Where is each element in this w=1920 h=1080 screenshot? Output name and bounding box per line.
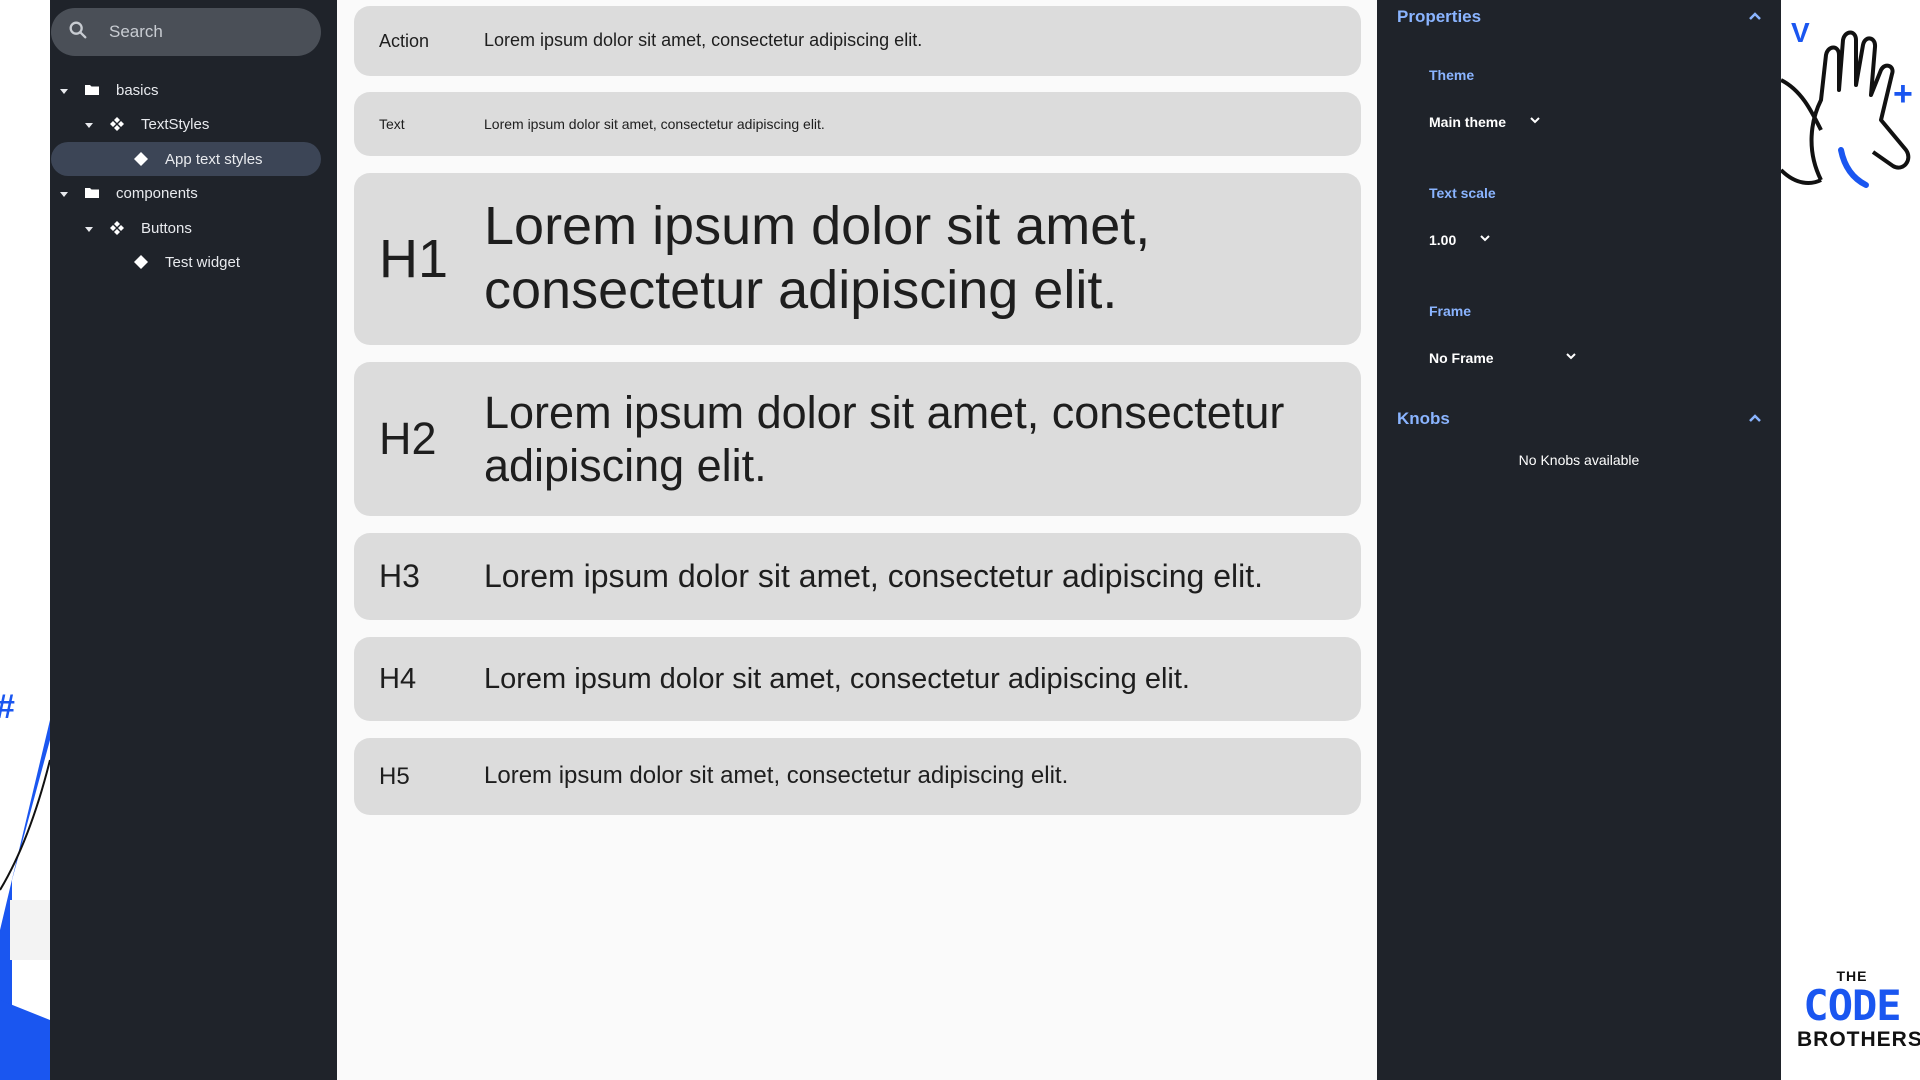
style-sample: Lorem ipsum dolor sit amet, consectetur … (484, 196, 1151, 320)
text-style-row-action: Action Lorem ipsum dolor sit amet, conse… (354, 6, 1361, 76)
chevron-down-icon (1564, 349, 1578, 366)
style-sample: Lorem ipsum dolor sit amet, consectetur … (484, 30, 923, 51)
diamond-icon (133, 254, 149, 270)
tree-item-label: TextStyles (141, 115, 210, 133)
tree-item-test-widget[interactable]: Test widget (133, 245, 240, 279)
style-sample: Lorem ipsum dolor sit amet, consectetur … (484, 662, 1190, 695)
component-icon (109, 116, 125, 132)
search-placeholder: Search (109, 22, 163, 41)
style-sample: Lorem ipsum dolor sit amet, consectetur … (484, 386, 1285, 491)
tree-item-app-text-styles[interactable]: App text styles (51, 142, 321, 176)
text-style-row-text: Text Lorem ipsum dolor sit amet, consect… (354, 92, 1361, 156)
properties-panel: Properties Theme Main theme Text scale 1… (1377, 0, 1781, 1080)
svg-text:+: + (1893, 75, 1913, 113)
high-five-illustration: V + (1781, 17, 1913, 188)
svg-text:V: V (1791, 17, 1810, 48)
theme-select[interactable]: Main theme (1429, 113, 1542, 130)
preview-canvas: Action Lorem ipsum dolor sit amet, conse… (337, 0, 1377, 1080)
text-style-row-h1: H1 Lorem ipsum dolor sit amet, consectet… (354, 173, 1361, 345)
properties-title[interactable]: Properties (1397, 7, 1481, 27)
tree-item-label: basics (116, 81, 159, 99)
chevron-down-icon (1528, 113, 1542, 130)
tree-item-components[interactable]: components (58, 176, 198, 210)
theme-value: Main theme (1429, 113, 1507, 130)
text-style-row-h3: H3 Lorem ipsum dolor sit amet, consectet… (354, 533, 1361, 620)
brand-line-2: CODE (1803, 981, 1901, 1030)
caret-down-icon (58, 187, 70, 199)
text-scale-label: Text scale (1429, 185, 1496, 201)
frame-select[interactable]: No Frame (1429, 349, 1578, 366)
text-scale-select[interactable]: 1.00 (1429, 231, 1492, 248)
text-style-row-h4: H4 Lorem ipsum dolor sit amet, consectet… (354, 637, 1361, 721)
no-knobs-message: No Knobs available (1518, 452, 1640, 468)
right-decoration: V + THE CODE BROTHERS (1781, 0, 1920, 1080)
tree-item-buttons[interactable]: Buttons (83, 211, 192, 245)
text-style-row-h2: H2 Lorem ipsum dolor sit amet, consectet… (354, 362, 1361, 516)
chevron-up-icon[interactable] (1747, 410, 1763, 426)
tree-item-textstyles[interactable]: TextStyles (83, 107, 209, 141)
component-icon (109, 220, 125, 236)
chevron-up-icon[interactable] (1747, 8, 1763, 24)
tree-item-label: App text styles (165, 150, 263, 168)
knobs-title[interactable]: Knobs (1397, 409, 1450, 429)
chevron-down-icon (1478, 231, 1492, 248)
tree-item-label: Test widget (165, 253, 241, 271)
style-label: H2 (379, 413, 437, 464)
tree-item-label: components (116, 184, 198, 202)
search-input[interactable]: Search (51, 8, 321, 56)
left-decoration: # (0, 0, 50, 1080)
sidebar: Search basics TextStyles App text styles… (50, 0, 337, 1080)
style-label: H5 (379, 762, 410, 790)
style-label: H4 (379, 662, 417, 695)
diamond-icon (133, 151, 149, 167)
frame-value: No Frame (1429, 349, 1494, 366)
caret-down-icon (83, 222, 95, 234)
style-sample: Lorem ipsum dolor sit amet, consectetur … (484, 557, 1264, 594)
frame-label: Frame (1429, 303, 1472, 319)
style-label: H3 (379, 558, 420, 594)
style-sample: Lorem ipsum dolor sit amet, consectetur … (484, 762, 1069, 790)
brand-logo: THE CODE BROTHERS (1797, 968, 1920, 1052)
theme-label: Theme (1429, 67, 1475, 83)
folder-icon (84, 82, 100, 98)
style-label: Text (379, 116, 405, 132)
text-scale-value: 1.00 (1429, 231, 1457, 248)
brand-line-3: BROTHERS (1797, 1028, 1920, 1051)
tree-item-basics[interactable]: basics (58, 73, 159, 107)
text-style-row-h5: H5 Lorem ipsum dolor sit amet, consectet… (354, 738, 1361, 815)
tree-item-label: Buttons (141, 219, 192, 237)
style-label: Action (379, 30, 430, 51)
search-icon (67, 19, 89, 46)
style-label: H1 (379, 229, 449, 289)
caret-down-icon (83, 118, 95, 130)
folder-icon (84, 185, 100, 201)
caret-down-icon (58, 84, 70, 96)
svg-text:#: # (0, 688, 15, 726)
style-sample: Lorem ipsum dolor sit amet, consectetur … (484, 115, 825, 132)
